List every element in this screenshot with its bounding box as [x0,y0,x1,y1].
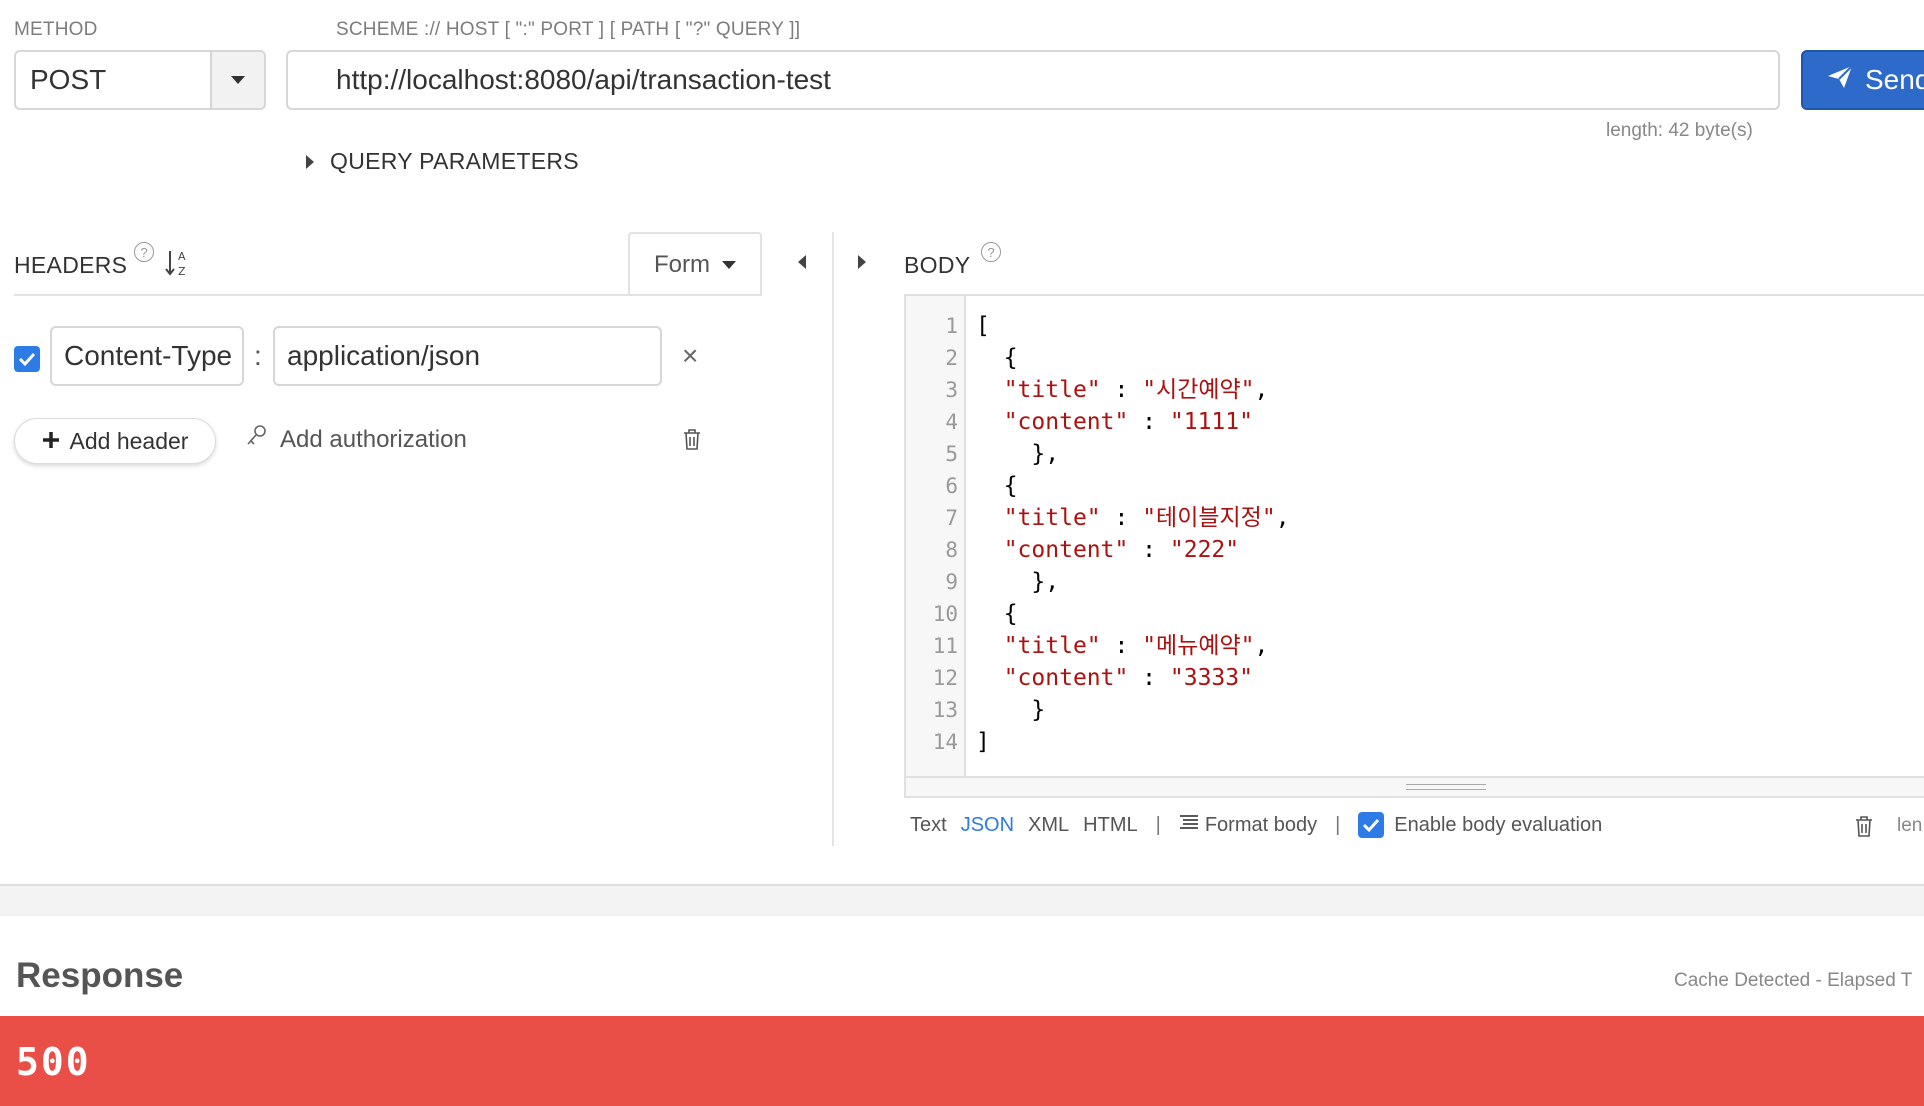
header-separator: : [254,340,262,371]
toolbar-separator: | [1155,813,1161,836]
url-label: SCHEME :// HOST [ ":" PORT ] [ PATH [ "?… [336,19,801,40]
enable-eval-checkbox[interactable] [1358,812,1385,838]
trash-icon[interactable] [682,428,702,450]
caret-left-icon [798,255,806,269]
line-number: 12 [932,666,958,690]
grip-icon [1406,784,1486,790]
format-text-tab[interactable]: Text [910,814,947,837]
caret-down-icon [231,76,245,84]
toolbar-separator: | [1335,813,1341,836]
body-toolbar: Text JSON XML HTML | Format body | Enabl… [910,812,1602,838]
send-button[interactable]: Send [1801,50,1924,110]
url-length-info: length: 42 byte(s) [1606,120,1753,141]
add-authorization-button[interactable]: Add authorization [246,424,467,455]
body-help-icon[interactable]: ? [981,242,1001,262]
line-number: 6 [945,474,958,498]
remove-header-button[interactable]: × [682,340,698,372]
status-code: 500 [16,1040,91,1084]
body-editor[interactable]: 1 2 3 4 5 6 7 8 9 10 11 12 13 14 [ { "title" : "시간예약"… [904,294,1924,798]
panel-splitter[interactable] [832,232,834,846]
trash-icon[interactable] [1854,815,1874,837]
method-select[interactable]: POST [14,50,266,110]
line-number: 7 [945,506,958,530]
status-bar [0,1016,1924,1106]
url-input[interactable]: http://localhost:8080/api/transaction-te… [286,50,1780,110]
line-number: 5 [945,442,958,466]
line-number: 9 [945,570,958,594]
line-number: 2 [945,346,958,370]
enable-body-evaluation[interactable]: Enable body evaluation [1358,812,1602,838]
format-body-button[interactable]: Format body [1179,813,1317,837]
line-number-gutter: 1 2 3 4 5 6 7 8 9 10 11 12 13 14 [906,296,966,778]
enable-eval-label: Enable body evaluation [1394,813,1603,836]
checkmark-icon [1363,818,1380,832]
collapse-left-button[interactable] [798,255,806,269]
line-number: 8 [945,538,958,562]
header-key-input[interactable]: Content-Type [50,326,244,386]
line-numbers: 1 2 3 4 5 6 7 8 9 10 11 12 13 14 [906,310,958,758]
add-header-button[interactable]: Add header [14,418,216,464]
headers-mode-label: Form [654,251,710,278]
body-title: BODY [904,252,971,278]
header-value-input[interactable]: application/json [273,326,662,386]
line-number: 1 [945,314,958,338]
add-authorization-label: Add authorization [280,425,467,453]
headers-title: HEADERS [14,252,128,278]
paper-plane-icon [1827,64,1853,96]
method-dropdown-button[interactable] [210,52,264,108]
align-left-icon [1179,813,1199,837]
line-number: 10 [932,602,958,626]
cache-info: Cache Detected - Elapsed T [1674,970,1913,991]
method-label: METHOD [14,19,98,40]
svg-text:A: A [178,250,186,263]
caret-right-icon [306,154,314,169]
send-label: Send [1865,64,1924,95]
line-number: 13 [932,698,958,722]
headers-divider [14,294,762,296]
line-number: 3 [945,378,958,402]
query-parameters-toggle[interactable]: QUERY PARAMETERS [306,148,579,175]
caret-right-icon [858,255,866,269]
sort-alpha-icon[interactable]: A Z [164,248,190,283]
body-code[interactable]: [ { "title" : "시간예약", "content" : "1111"… [976,310,1290,758]
line-number: 11 [932,634,958,658]
line-number: 4 [945,410,958,434]
headers-mode-dropdown[interactable]: Form [628,232,762,296]
collapse-right-button[interactable] [858,255,866,269]
format-html-tab[interactable]: HTML [1083,814,1137,837]
header-enabled-checkbox[interactable] [14,346,40,372]
caret-down-icon [722,261,736,269]
headers-help-icon[interactable]: ? [134,242,154,262]
key-icon [246,424,268,455]
section-divider [0,884,1924,916]
body-length-info: len [1897,815,1923,836]
format-body-label: Format body [1204,813,1318,836]
checkmark-icon [18,352,36,366]
response-title: Response [16,956,184,995]
format-xml-tab[interactable]: XML [1028,814,1069,837]
method-value: POST [30,64,107,95]
svg-text:Z: Z [178,265,186,278]
add-header-label: Add header [69,427,189,454]
editor-resize-handle[interactable] [906,776,1924,796]
query-parameters-label: QUERY PARAMETERS [330,148,579,174]
format-json-tab[interactable]: JSON [961,814,1014,837]
rest-client-page: METHOD POST SCHEME :// HOST [ ":" PORT ]… [0,0,1924,1106]
plus-icon [42,428,60,455]
line-number: 14 [932,730,958,754]
